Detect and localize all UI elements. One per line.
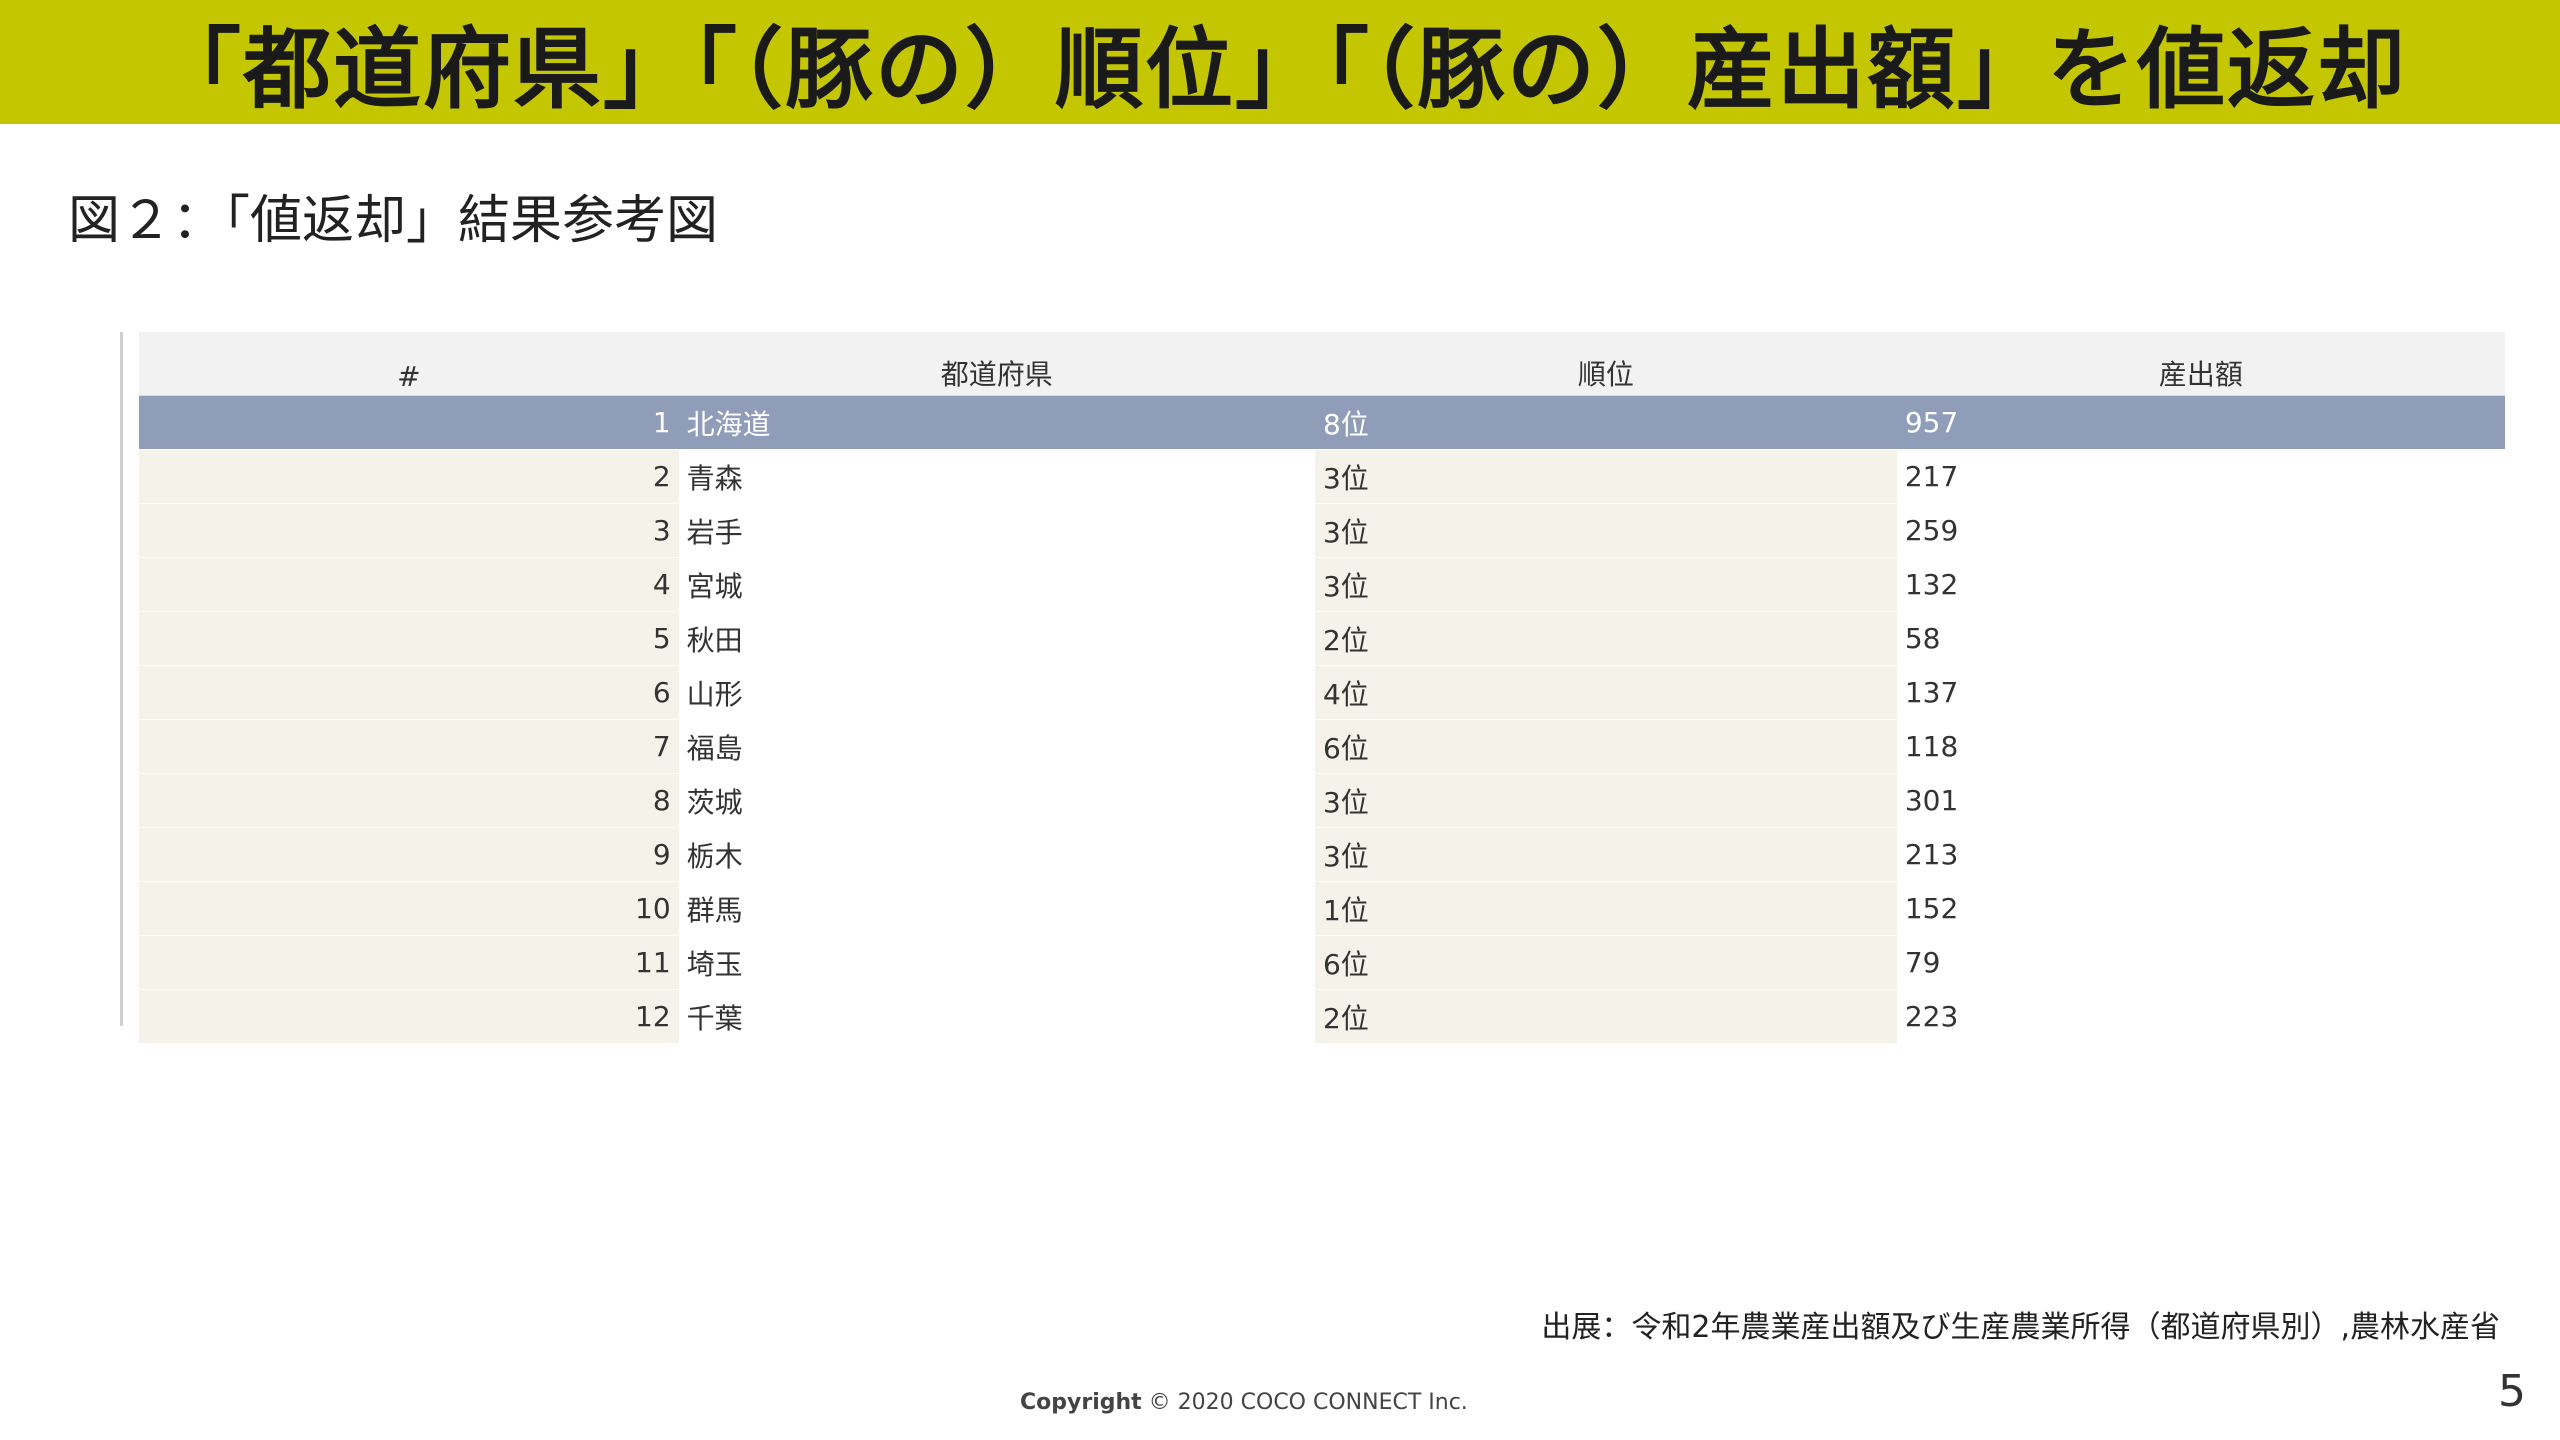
table-row[interactable]: 11 埼玉 6位 79 [139, 935, 2505, 990]
cell-index[interactable]: 6 [139, 665, 679, 720]
page-number: 5 [2498, 1366, 2526, 1417]
cell-index[interactable]: 3 [139, 503, 679, 558]
cell-prefecture[interactable]: 埼玉 [678, 935, 1315, 990]
column-header-prefecture[interactable]: 都道府県 [678, 332, 1315, 396]
cell-output[interactable]: 118 [1896, 719, 2505, 774]
cell-output[interactable]: 137 [1896, 665, 2505, 720]
cell-prefecture[interactable]: 茨城 [678, 773, 1315, 828]
source-citation: 出展：令和2年農業産出額及び生産農業所得（都道府県別）,農林水産省 [1541, 1310, 2500, 1345]
table-header-row: # 都道府県 順位 産出額 [139, 332, 2505, 396]
cell-rank[interactable]: 4位 [1314, 665, 1897, 720]
cell-rank[interactable]: 6位 [1314, 719, 1897, 774]
slide-title: 「都道府県」「（豚の）順位」「（豚の）産出額」を値返却 [152, 17, 2407, 121]
cell-prefecture[interactable]: 福島 [678, 719, 1315, 774]
cell-rank[interactable]: 2位 [1314, 989, 1897, 1044]
cell-output[interactable]: 79 [1896, 935, 2505, 990]
cell-output[interactable]: 957 [1896, 395, 2505, 450]
table-row[interactable]: 6 山形 4位 137 [139, 665, 2505, 720]
copyright-label: Copyright [1020, 1390, 1142, 1415]
table-row[interactable]: 8 茨城 3位 301 [139, 773, 2505, 828]
cell-output[interactable]: 217 [1896, 449, 2505, 504]
cell-index[interactable]: 1 [139, 395, 679, 450]
table-body: 1 北海道 8位 957 2 青森 3位 217 3 岩手 3位 259 4 宮城 3位 132 5 秋田 2位 58… [139, 395, 2505, 1044]
column-header-output[interactable]: 産出額 [1896, 332, 2505, 396]
cell-prefecture[interactable]: 秋田 [678, 611, 1315, 666]
cell-prefecture[interactable]: 北海道 [678, 395, 1315, 450]
figure-caption: 図２：「値返却」結果参考図 [68, 191, 719, 251]
copyright-text: © 2020 COCO CONNECT Inc. [1148, 1390, 1468, 1415]
cell-index[interactable]: 7 [139, 719, 679, 774]
cell-rank[interactable]: 6位 [1314, 935, 1897, 990]
cell-output[interactable]: 213 [1896, 827, 2505, 882]
table-row[interactable]: 10 群馬 1位 152 [139, 881, 2505, 936]
result-table-panel: # 都道府県 順位 産出額 1 北海道 8位 957 2 青森 3位 217 3 岩手 3位 259 4… [120, 332, 2505, 1044]
cell-index[interactable]: 12 [139, 989, 679, 1044]
cell-index[interactable]: 11 [139, 935, 679, 990]
table-row[interactable]: 12 千葉 2位 223 [139, 989, 2505, 1044]
cell-index[interactable]: 8 [139, 773, 679, 828]
copyright-notice: Copyright © 2020 COCO CONNECT Inc. [1020, 1390, 1468, 1415]
cell-rank[interactable]: 3位 [1314, 557, 1897, 612]
cell-prefecture[interactable]: 千葉 [678, 989, 1315, 1044]
title-banner: 「都道府県」「（豚の）順位」「（豚の）産出額」を値返却 [0, 0, 2560, 124]
cell-index[interactable]: 5 [139, 611, 679, 666]
cell-output[interactable]: 58 [1896, 611, 2505, 666]
cell-rank[interactable]: 1位 [1314, 881, 1897, 936]
cell-output[interactable]: 301 [1896, 773, 2505, 828]
cell-rank[interactable]: 3位 [1314, 503, 1897, 558]
cell-prefecture[interactable]: 岩手 [678, 503, 1315, 558]
cell-prefecture[interactable]: 青森 [678, 449, 1315, 504]
cell-prefecture[interactable]: 山形 [678, 665, 1315, 720]
cell-index[interactable]: 9 [139, 827, 679, 882]
table-row[interactable]: 9 栃木 3位 213 [139, 827, 2505, 882]
table-row[interactable]: 2 青森 3位 217 [139, 449, 2505, 504]
result-table: # 都道府県 順位 産出額 1 北海道 8位 957 2 青森 3位 217 3 岩手 3位 259 4… [139, 332, 2505, 1044]
cell-prefecture[interactable]: 栃木 [678, 827, 1315, 882]
cell-rank[interactable]: 2位 [1314, 611, 1897, 666]
table-row[interactable]: 4 宮城 3位 132 [139, 557, 2505, 612]
table-row[interactable]: 3 岩手 3位 259 [139, 503, 2505, 558]
cell-rank[interactable]: 3位 [1314, 773, 1897, 828]
table-row[interactable]: 1 北海道 8位 957 [139, 395, 2505, 450]
cell-rank[interactable]: 3位 [1314, 827, 1897, 882]
cell-index[interactable]: 10 [139, 881, 679, 936]
column-header-index[interactable]: # [139, 332, 679, 396]
cell-output[interactable]: 223 [1896, 989, 2505, 1044]
cell-prefecture[interactable]: 宮城 [678, 557, 1315, 612]
table-row[interactable]: 5 秋田 2位 58 [139, 611, 2505, 666]
cell-output[interactable]: 259 [1896, 503, 2505, 558]
table-row[interactable]: 7 福島 6位 118 [139, 719, 2505, 774]
cell-rank[interactable]: 8位 [1314, 395, 1897, 450]
cell-rank[interactable]: 3位 [1314, 449, 1897, 504]
cell-index[interactable]: 2 [139, 449, 679, 504]
cell-prefecture[interactable]: 群馬 [678, 881, 1315, 936]
cell-index[interactable]: 4 [139, 557, 679, 612]
column-header-rank[interactable]: 順位 [1314, 332, 1897, 396]
cell-output[interactable]: 152 [1896, 881, 2505, 936]
cell-output[interactable]: 132 [1896, 557, 2505, 612]
